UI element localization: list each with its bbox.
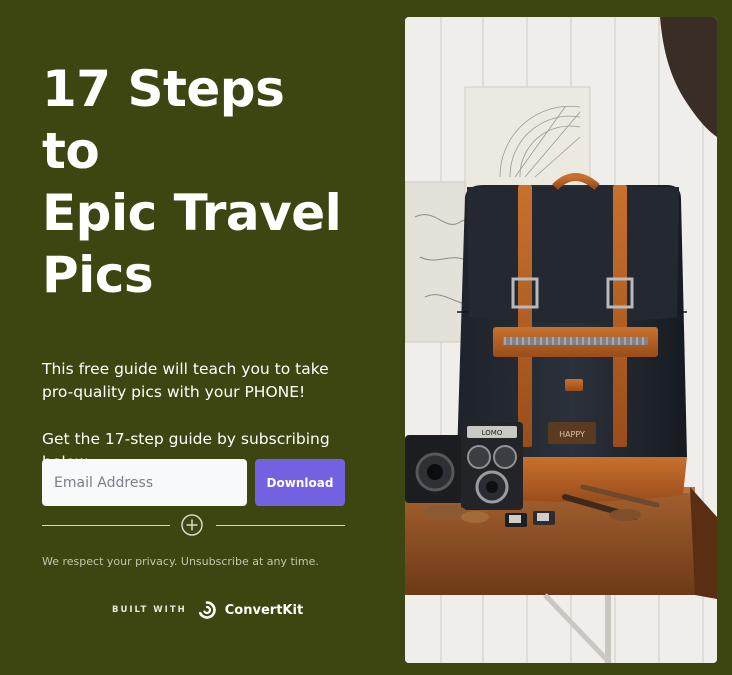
privacy-notice: We respect your privacy. Unsubscribe at …	[42, 555, 319, 568]
title-line-1: 17 Steps to	[42, 60, 285, 180]
divider-line-left	[42, 525, 170, 526]
page-title: 17 Steps to Epic Travel Pics	[42, 58, 352, 306]
backpack-photo-illustration: HAPPY LOMO	[405, 17, 717, 663]
plus-circle-icon[interactable]	[181, 514, 203, 536]
divider-line-right	[216, 525, 345, 526]
download-button[interactable]: Download	[255, 459, 345, 506]
lens-label: LOMO	[482, 429, 503, 437]
built-with-label: BUILT WITH	[112, 605, 187, 615]
convertkit-logo-icon	[198, 601, 216, 619]
divider	[42, 513, 345, 537]
email-input[interactable]	[42, 459, 247, 506]
title-line-2: Epic Travel	[42, 184, 342, 242]
description: This free guide will teach you to take p…	[42, 358, 352, 474]
subscribe-form: Download	[42, 459, 345, 506]
convertkit-brand: ConvertKit	[224, 602, 304, 618]
description-paragraph-1: This free guide will teach you to take p…	[42, 360, 329, 401]
title-line-3: Pics	[42, 246, 154, 304]
built-with-badge[interactable]: BUILT WITH ConvertKit	[112, 598, 303, 622]
patch-label: HAPPY	[559, 430, 585, 439]
content-column: 17 Steps to Epic Travel Pics This free g…	[42, 58, 352, 474]
hero-photo: HAPPY LOMO	[405, 17, 717, 663]
